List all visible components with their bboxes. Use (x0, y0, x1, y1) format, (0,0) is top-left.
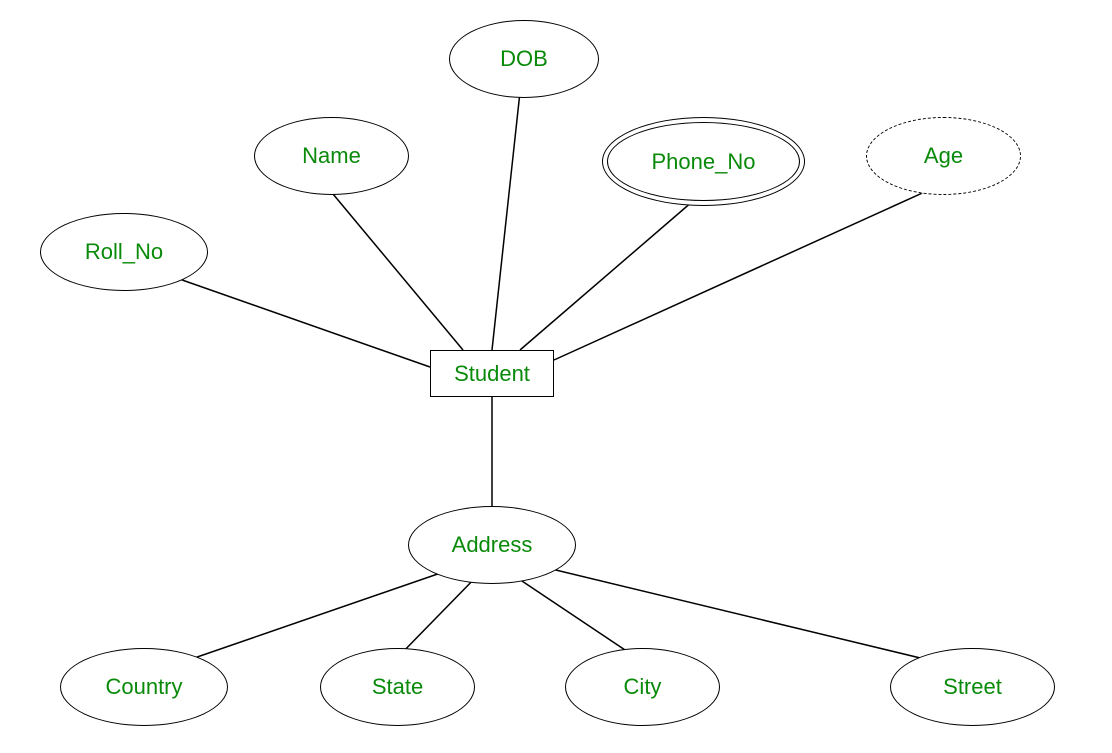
connector-lines (0, 0, 1112, 753)
sub-attribute-city: City (565, 648, 720, 726)
sub-attribute-country-label: Country (105, 674, 182, 700)
attribute-age-label: Age (924, 143, 963, 169)
attribute-dob: DOB (449, 20, 599, 98)
attribute-phone-no-label: Phone_No (652, 149, 756, 175)
attribute-address: Address (408, 506, 576, 584)
attribute-roll-no-label: Roll_No (85, 239, 163, 265)
sub-attribute-state: State (320, 648, 475, 726)
attribute-phone-no: Phone_No (602, 117, 805, 206)
entity-student: Student (430, 350, 554, 397)
sub-attribute-city-label: City (624, 674, 662, 700)
attribute-address-label: Address (452, 532, 533, 558)
attribute-age: Age (866, 117, 1021, 195)
sub-attribute-state-label: State (372, 674, 423, 700)
attribute-roll-no: Roll_No (40, 213, 208, 291)
attribute-dob-label: DOB (500, 46, 548, 72)
attribute-name-label: Name (302, 143, 361, 169)
sub-attribute-street-label: Street (943, 674, 1002, 700)
sub-attribute-country: Country (60, 648, 228, 726)
entity-label: Student (454, 361, 530, 387)
sub-attribute-street: Street (890, 648, 1055, 726)
attribute-name: Name (254, 117, 409, 195)
